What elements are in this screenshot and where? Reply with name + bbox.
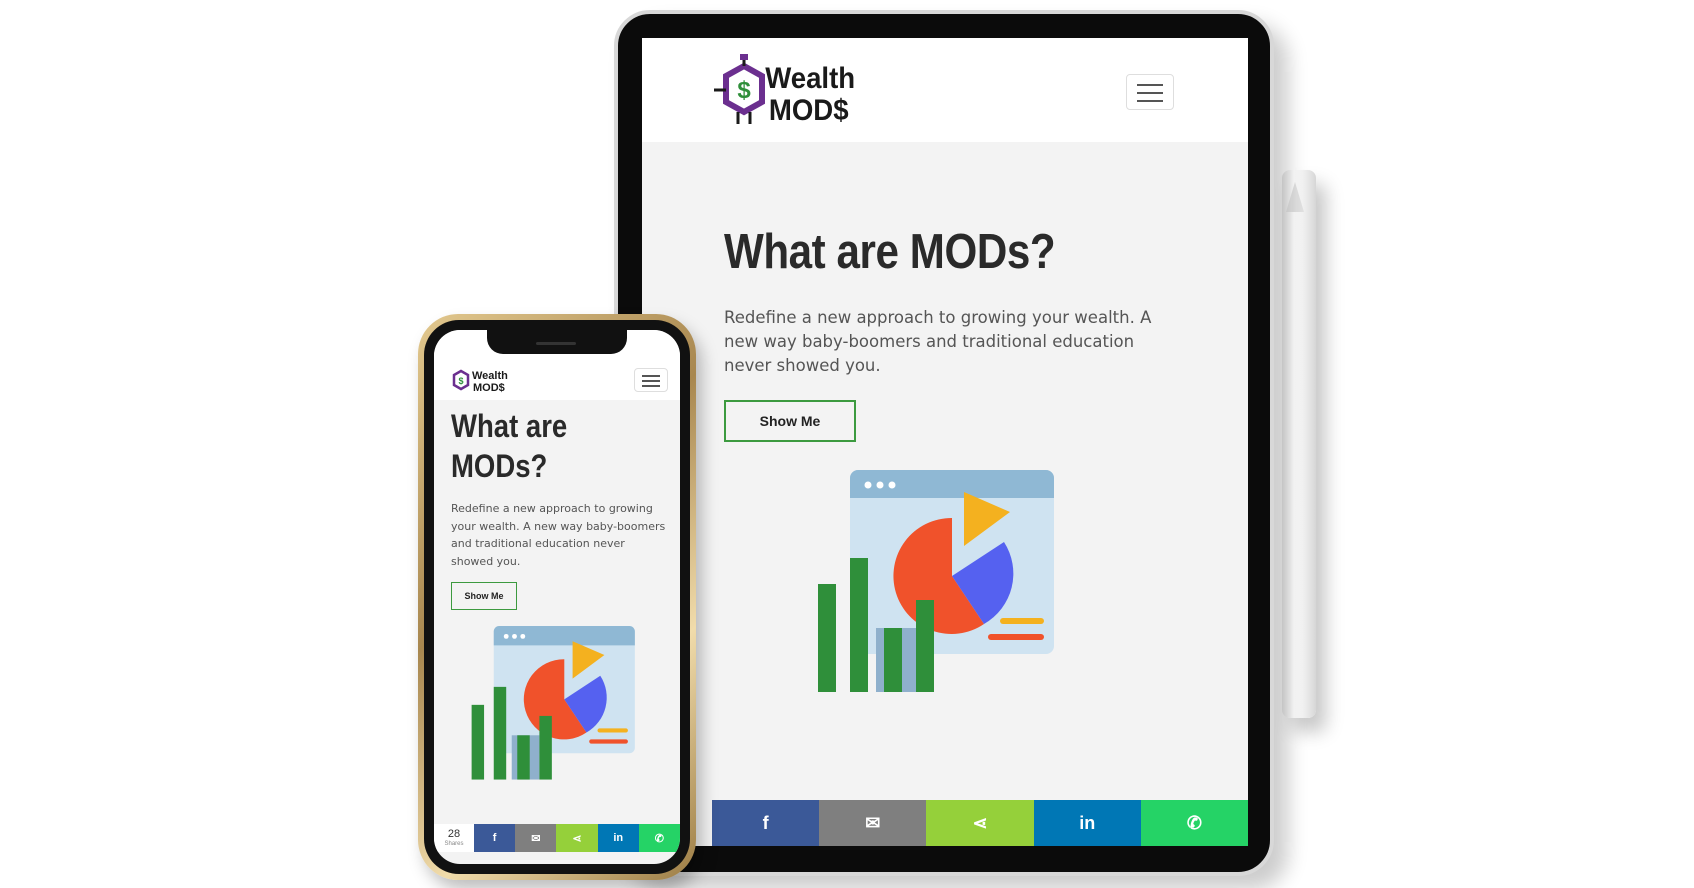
page-title: What are MODs? (724, 225, 1056, 279)
svg-text:Wealth: Wealth (472, 370, 508, 382)
logo-mark-small-icon: $ Wealth MOD$ (452, 369, 508, 394)
phone-speaker (536, 342, 576, 345)
facebook-icon: f (492, 832, 497, 844)
page-title-mobile: What are MODs? (451, 406, 649, 486)
facebook-icon: f (762, 812, 769, 833)
email-icon: ✉ (865, 812, 881, 833)
hero-subtitle: Redefine a new approach to growing your … (724, 308, 1152, 375)
whatsapp-icon: ✆ (654, 832, 665, 845)
tablet-site-header: $ Wealth MOD$ (642, 38, 1248, 142)
generic-share-button[interactable]: ⋖ (926, 800, 1034, 846)
linkedin-icon: in (1079, 812, 1096, 833)
stylus-pencil-tip (1286, 182, 1304, 212)
tablet-screen: $ Wealth MOD$ What are MODs? Redefine a … (642, 38, 1248, 846)
hamburger-menu-icon-small[interactable] (634, 368, 668, 392)
facebook-share-button-mobile[interactable]: f (474, 824, 516, 852)
email-share-button[interactable]: ✉ (819, 800, 927, 846)
wealth-mods-logo-small[interactable]: $ Wealth MOD$ (450, 366, 514, 396)
share-count-label: Shares (444, 840, 464, 847)
hamburger-menu-icon[interactable] (1126, 74, 1174, 110)
svg-text:$: $ (458, 376, 463, 386)
whatsapp-share-button-mobile[interactable]: ✆ (638, 824, 680, 852)
stylus-pencil (1282, 170, 1316, 718)
share-icon: ⋖ (572, 832, 582, 845)
whatsapp-share-button[interactable]: ✆ (1140, 800, 1248, 846)
facebook-share-button[interactable]: f (712, 800, 820, 846)
generic-share-button-mobile[interactable]: ⋖ (556, 824, 598, 852)
show-me-button-mobile[interactable]: Show Me (451, 582, 517, 610)
share-count-number: 28 (447, 827, 461, 840)
wealth-mods-logo[interactable]: $ Wealth MOD$ (710, 52, 890, 132)
linkedin-icon: in (613, 832, 624, 844)
finance-chart-illustration (810, 470, 1070, 710)
show-me-button[interactable]: Show Me (724, 400, 856, 442)
page-title-mobile-line2: MODs? (451, 448, 548, 484)
share-icon: ⋖ (972, 812, 988, 833)
tablet-share-bar: f ✉ ⋖ in ✆ (712, 800, 1248, 846)
linkedin-share-button[interactable]: in (1033, 800, 1141, 846)
svg-text:MOD$: MOD$ (473, 382, 505, 394)
finance-chart-illustration-mobile (466, 626, 646, 792)
whatsapp-icon: ✆ (1186, 812, 1202, 833)
logo-mark-icon: $ Wealth MOD$ (714, 54, 855, 127)
svg-text:Wealth: Wealth (765, 62, 855, 95)
linkedin-share-button-mobile[interactable]: in (597, 824, 639, 852)
svg-text:MOD$: MOD$ (769, 94, 849, 127)
svg-text:$: $ (737, 77, 751, 104)
page-title-mobile-line1: What are (451, 408, 568, 444)
email-icon: ✉ (531, 832, 541, 845)
phone-screen: $ Wealth MOD$ What are MODs? Redefine a … (434, 330, 680, 864)
email-share-button-mobile[interactable]: ✉ (515, 824, 557, 852)
share-count: 28 Shares (434, 824, 474, 852)
hero-subtitle-mobile: Redefine a new approach to growing your … (451, 502, 666, 568)
phone-share-bar: 28 Shares f ✉ ⋖ in ✆ (434, 824, 680, 852)
